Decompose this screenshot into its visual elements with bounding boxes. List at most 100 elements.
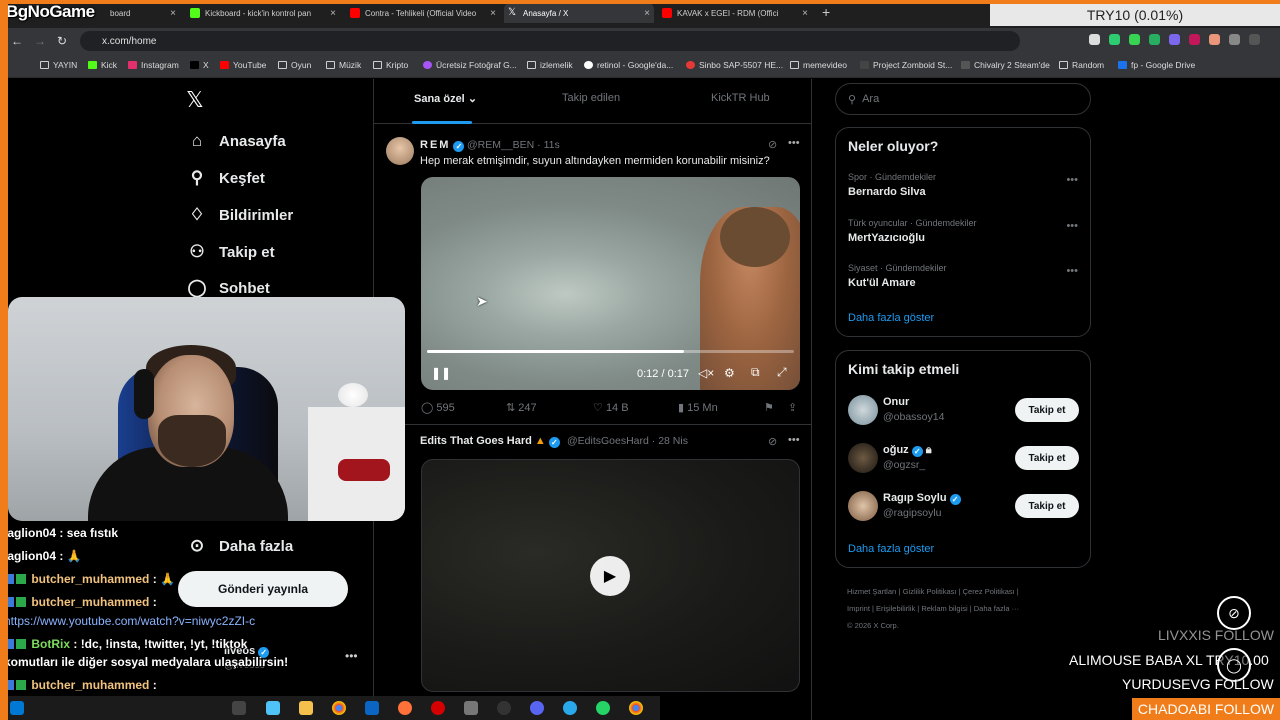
extension-icon[interactable] (1209, 34, 1220, 45)
tweet-video[interactable]: ▶ (421, 459, 800, 692)
repost-button[interactable]: ⇅ 247 (506, 401, 537, 414)
close-icon[interactable]: × (644, 8, 650, 19)
tab-for-you[interactable]: Sana özel ⌄ (414, 92, 477, 105)
follow-button[interactable]: Takip et (1015, 398, 1079, 422)
tab-x-home[interactable]: 𝕏 Anasayfa / X × (504, 3, 654, 23)
extension-icon[interactable] (1189, 34, 1200, 45)
bookmark-item[interactable]: Oyun (278, 60, 311, 70)
opera-icon[interactable] (431, 701, 445, 715)
firefox-icon[interactable] (398, 701, 412, 715)
follow-button[interactable]: Takip et (1015, 446, 1079, 470)
post-button[interactable]: Gönderi yayınla (178, 571, 348, 607)
widgets-icon[interactable] (266, 701, 280, 715)
play-icon[interactable]: ▶ (590, 556, 630, 596)
tab-following[interactable]: Takip edilen (562, 92, 620, 104)
bookmark-icon[interactable]: ⚑ (764, 401, 774, 414)
avatar[interactable] (848, 491, 878, 521)
extension-icon[interactable] (1149, 34, 1160, 45)
bookmark-item[interactable]: retinol - Google'da... (584, 60, 673, 70)
like-button[interactable]: ♡ 14 B (593, 401, 629, 414)
bookmark-item[interactable]: fp - Google Drive (1118, 60, 1195, 70)
footer-link[interactable]: Imprint (847, 604, 870, 613)
more-icon[interactable]: ••• (788, 137, 800, 149)
bookmark-item[interactable]: Random (1059, 60, 1104, 70)
tab-kavak[interactable]: KAVAK x EGEI - RDM (Offici × (662, 3, 812, 23)
bookmark-item[interactable]: memevideo (790, 60, 847, 70)
file-explorer-icon[interactable] (299, 701, 313, 715)
whatsapp-icon[interactable] (596, 701, 610, 715)
bookmark-item[interactable]: Sinbo SAP-5507 HE... (686, 60, 783, 70)
menu-icon[interactable] (1249, 34, 1260, 45)
app-icon[interactable] (464, 701, 478, 715)
more-icon[interactable]: ••• (345, 649, 358, 663)
avatar[interactable] (848, 395, 878, 425)
chrome-icon[interactable] (332, 701, 346, 715)
footer-link[interactable]: Reklam bilgisi (921, 604, 967, 613)
reload-icon[interactable]: ↻ (57, 34, 67, 48)
chat-link[interactable]: https://www.youtube.com/watch?v=niwyc2zZ… (4, 614, 255, 628)
grok-icon[interactable]: ⊘ (768, 435, 777, 448)
puzzle-icon[interactable] (1229, 34, 1240, 45)
more-icon[interactable]: ••• (788, 434, 800, 446)
tweet-video[interactable]: ❚❚ 0:12 / 0:17 ◁× ⚙ ⧉ ⤢ (421, 177, 800, 390)
nav-notifications[interactable]: ♢ Bildirimler (186, 205, 293, 225)
nav-chat[interactable]: ◯ Sohbet (186, 278, 269, 298)
footer-link[interactable]: Hizmet Şartları (847, 587, 897, 596)
nav-follow[interactable]: ⚇ Takip et (186, 242, 274, 262)
settings-icon[interactable]: ⚙ (724, 366, 735, 380)
video-progress[interactable] (427, 350, 794, 353)
bookmark-item[interactable]: Ücretsiz Fotoğraf G... (423, 60, 517, 70)
new-tab-button[interactable]: + (822, 4, 830, 20)
forward-arrow-icon[interactable]: → (34, 34, 46, 48)
extension-icon[interactable] (1089, 34, 1100, 45)
close-icon[interactable]: × (490, 8, 496, 19)
tweet-author[interactable]: Edits That Goes Hard ▲ ✓ (420, 435, 560, 448)
tweet-author[interactable]: REM ✓ (420, 139, 465, 152)
user-name[interactable]: Ragıp Soylu ✓ (883, 492, 961, 505)
discord-icon[interactable] (530, 701, 544, 715)
chrome-icon[interactable] (629, 701, 643, 715)
bookmark-item[interactable]: YouTube (220, 60, 266, 70)
bookmark-item[interactable]: YAYIN (40, 60, 77, 70)
bookmark-item[interactable]: Instagram (128, 60, 179, 70)
trend-name[interactable]: Bernardo Silva (848, 186, 926, 198)
mail-icon[interactable] (365, 701, 379, 715)
trend-name[interactable]: MertYazıcıoğlu (848, 232, 925, 244)
pip-icon[interactable]: ⧉ (751, 365, 760, 380)
x-logo-icon[interactable]: 𝕏 (186, 87, 204, 113)
close-icon[interactable]: × (802, 8, 808, 19)
bookmark-item[interactable]: Kripto (373, 60, 408, 70)
windows-start-icon[interactable] (10, 701, 24, 715)
bookmark-item[interactable]: Chivalry 2 Steam'de (961, 60, 1050, 70)
search-input[interactable]: ⚲ Ara (835, 83, 1091, 115)
user-name[interactable]: oğuz ✓ 🔒︎ (883, 444, 932, 457)
bookmark-item[interactable]: Müzik (326, 60, 361, 70)
nav-explore[interactable]: ⚲ Keşfet (186, 168, 265, 188)
pause-icon[interactable]: ❚❚ (431, 366, 451, 380)
extension-icon[interactable] (1169, 34, 1180, 45)
avatar[interactable] (848, 443, 878, 473)
footer-link[interactable]: Çerez Politikası (963, 587, 1015, 596)
show-more-link[interactable]: Daha fazla göster (848, 312, 934, 324)
reply-button[interactable]: ◯ 595 (421, 401, 455, 414)
close-icon[interactable]: × (330, 8, 336, 19)
task-view-icon[interactable] (232, 701, 246, 715)
show-more-link[interactable]: Daha fazla göster (848, 543, 934, 555)
trend-name[interactable]: Kut'ül Amare (848, 277, 916, 289)
volume-icon[interactable]: ◁× (698, 366, 714, 380)
user-name[interactable]: Onur (883, 396, 909, 408)
bookmark-item[interactable]: X (190, 60, 209, 70)
fullscreen-icon[interactable]: ⤢ (777, 365, 787, 380)
telegram-icon[interactable] (563, 701, 577, 715)
grok-icon[interactable]: ⊘ (768, 138, 777, 151)
tab-contra[interactable]: Contra - Tehlikeli (Official Video × (350, 3, 500, 23)
more-icon[interactable]: ••• (1066, 220, 1078, 232)
bookmark-item[interactable]: Kick (88, 60, 117, 70)
nav-home[interactable]: ⌂ Anasayfa (186, 131, 286, 151)
tab-kicktr-hub[interactable]: KickTR Hub (711, 92, 770, 104)
footer-link[interactable]: Erişilebilirlik (876, 604, 915, 613)
obs-icon[interactable] (497, 701, 511, 715)
extension-icon[interactable] (1129, 34, 1140, 45)
tab-kickboard[interactable]: Kickboard - kick'in kontrol pan × (190, 3, 340, 23)
footer-link[interactable]: Gizlilik Politikası (903, 587, 957, 596)
